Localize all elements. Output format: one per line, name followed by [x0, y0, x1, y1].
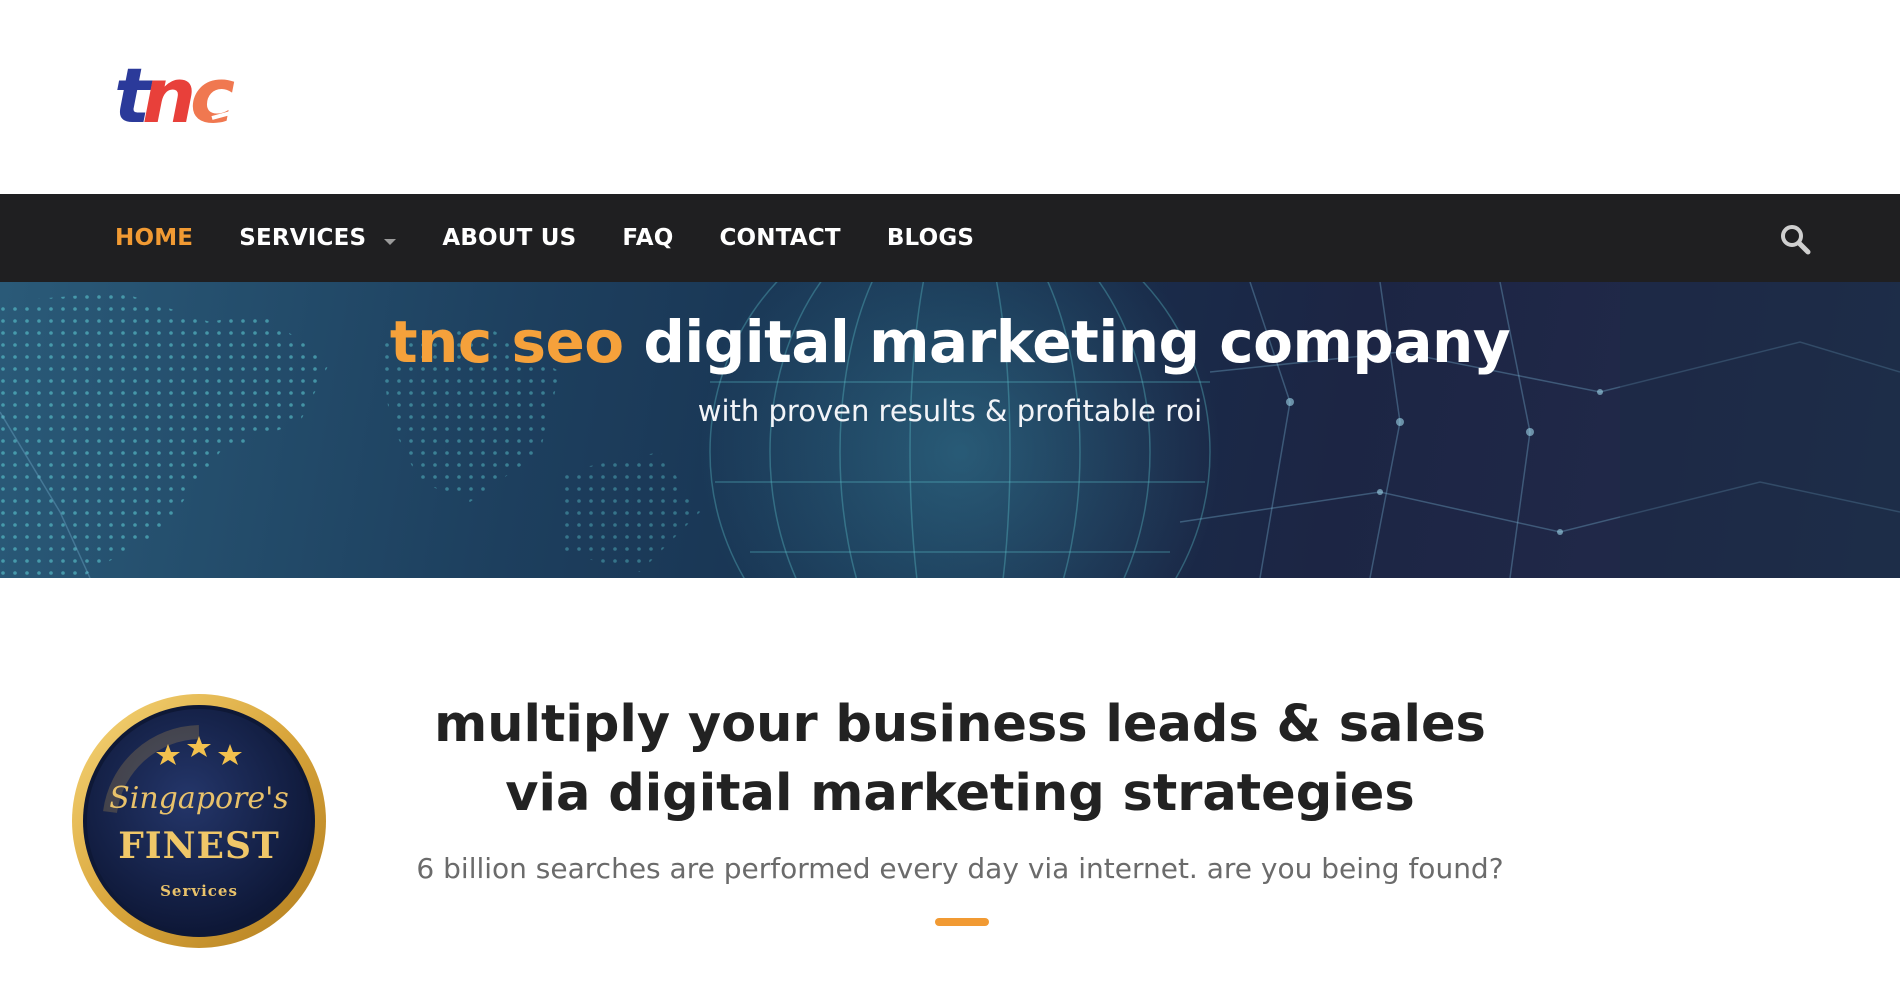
- hero-subtitle: with proven results & profitable roi: [697, 394, 1203, 428]
- nav-services-label: SERVICES: [239, 225, 367, 251]
- hero-title: tnc seo digital marketing company: [0, 308, 1900, 376]
- main-navbar: HOME SERVICES ABOUT US FAQ CONTACT BLOGS: [0, 194, 1900, 282]
- tnc-logo[interactable]: t n c: [112, 58, 260, 138]
- nav-contact[interactable]: CONTACT: [719, 225, 840, 251]
- nav-home-label: HOME: [115, 225, 194, 251]
- chevron-down-icon: [384, 239, 397, 245]
- svg-text:c: c: [190, 58, 235, 138]
- main-headline: multiply your business leads & sales via…: [340, 690, 1580, 828]
- accent-divider: [935, 918, 989, 926]
- nav-home[interactable]: HOME: [115, 225, 193, 251]
- nav-contact-label: CONTACT: [719, 225, 841, 251]
- nav-faq[interactable]: FAQ: [622, 225, 673, 251]
- nav-about-us[interactable]: ABOUT US: [442, 225, 576, 251]
- hero-title-accent: tnc seo: [389, 308, 624, 376]
- svg-text:n: n: [142, 58, 192, 138]
- nav-menu: HOME SERVICES ABOUT US FAQ CONTACT BLOGS: [115, 194, 1020, 282]
- nav-faq-label: FAQ: [622, 225, 674, 251]
- nav-blogs-label: BLOGS: [886, 225, 975, 251]
- badge-sub-text: Services: [160, 882, 238, 900]
- badge-script-text: Singapore's: [109, 781, 289, 816]
- hero-title-rest: digital marketing company: [623, 308, 1511, 376]
- nav-about-label: ABOUT US: [442, 225, 577, 251]
- nav-blogs[interactable]: BLOGS: [887, 225, 974, 251]
- badge-main-text: FINEST: [118, 825, 280, 867]
- singapores-finest-badge[interactable]: Singapore's FINEST Services: [70, 692, 328, 950]
- hero-banner: tnc seo digital marketing company with p…: [0, 282, 1900, 578]
- search-icon[interactable]: [1778, 222, 1812, 256]
- headline-line-1: multiply your business leads & sales: [434, 695, 1486, 754]
- site-header: t n c: [0, 0, 1900, 194]
- main-tagline: 6 billion searches are performed every d…: [416, 852, 1504, 885]
- headline-line-2: via digital marketing strategies: [505, 764, 1415, 823]
- nav-services[interactable]: SERVICES: [239, 225, 397, 251]
